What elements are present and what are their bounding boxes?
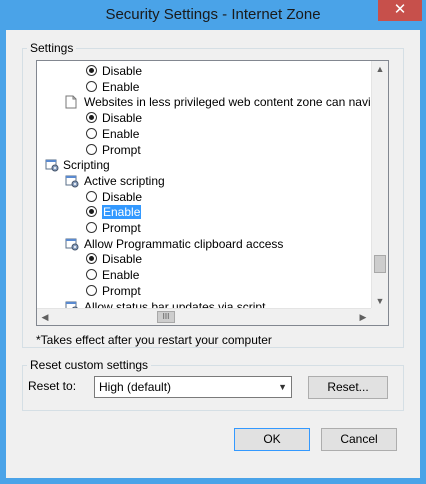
settings-tree-content: Disable Enable Websites in less privileged… — [37, 61, 371, 309]
radio-option[interactable]: Disable — [37, 110, 371, 126]
radio-option-label: Enable — [102, 79, 140, 94]
scroll-left-button[interactable]: ◀ — [37, 309, 53, 325]
radio-checked-icon[interactable] — [86, 206, 97, 218]
item-label: Websites in less privileged web content … — [84, 95, 371, 110]
radio-checked-icon[interactable] — [86, 253, 97, 265]
settings-item[interactable]: Active scripting — [37, 173, 371, 189]
settings-category[interactable]: Scripting — [37, 157, 371, 173]
radio-option[interactable]: Enable — [37, 79, 371, 95]
vertical-scroll-thumb[interactable] — [374, 255, 386, 273]
category-label: Scripting — [63, 158, 110, 173]
horizontal-scrollbar[interactable]: ◀ III ▶ — [37, 308, 371, 325]
settings-item[interactable]: Allow Programmatic clipboard access — [37, 236, 371, 252]
radio-option-label: Enable — [102, 126, 140, 141]
reset-level-select[interactable]: High (default) ▼ — [94, 376, 292, 398]
radio-option[interactable]: Prompt — [37, 283, 371, 299]
radio-option-label: Disable — [102, 252, 143, 267]
radio-option[interactable]: Disable — [37, 189, 371, 205]
radio-unchecked-icon[interactable] — [86, 190, 97, 202]
window-title: Security Settings - Internet Zone — [105, 6, 321, 23]
radio-option-label: Disable — [102, 64, 143, 78]
radio-option[interactable]: Disable — [37, 63, 371, 79]
radio-unchecked-icon[interactable] — [86, 284, 97, 296]
radio-option[interactable]: Prompt — [37, 220, 371, 236]
radio-option-label: Enable — [102, 268, 140, 283]
chevron-down-icon: ▼ — [278, 382, 287, 392]
radio-option[interactable]: Prompt — [37, 142, 371, 158]
radio-option[interactable]: Disable — [37, 251, 371, 267]
security-settings-dialog: Security Settings - Internet Zone ✕ Sett… — [0, 0, 426, 484]
grip-icon: III — [162, 312, 170, 321]
reset-to-label: Reset to: — [28, 379, 77, 393]
item-label: Active scripting — [84, 173, 165, 188]
settings-group-label: Settings — [27, 41, 77, 55]
close-icon: ✕ — [393, 1, 407, 18]
vertical-scrollbar[interactable]: ▲ ▼ — [371, 61, 388, 309]
reset-group-label: Reset custom settings — [27, 358, 152, 372]
ok-button[interactable]: OK — [234, 428, 310, 451]
radio-unchecked-icon[interactable] — [86, 143, 97, 155]
close-button[interactable]: ✕ — [378, 0, 422, 21]
arrow-up-icon: ▲ — [375, 64, 385, 74]
arrow-left-icon: ◀ — [41, 312, 49, 322]
radio-option[interactable]: Enable — [37, 204, 371, 220]
radio-option[interactable]: Enable — [37, 267, 371, 283]
scroll-down-button[interactable]: ▼ — [372, 293, 388, 309]
radio-unchecked-icon[interactable] — [86, 269, 97, 281]
arrow-down-icon: ▼ — [375, 296, 385, 306]
radio-option-label: Enable — [102, 204, 142, 220]
scroll-up-button[interactable]: ▲ — [372, 61, 388, 77]
reset-button[interactable]: Reset... — [308, 376, 388, 399]
radio-option-label: Prompt — [102, 221, 141, 235]
radio-unchecked-icon[interactable] — [86, 80, 97, 92]
radio-option-label: Prompt — [102, 283, 141, 298]
settings-item[interactable]: Websites in less privileged web content … — [37, 94, 371, 110]
scroll-right-button[interactable]: ▶ — [355, 309, 371, 325]
scrollbar-corner — [371, 308, 388, 325]
title-bar[interactable]: Security Settings - Internet Zone ✕ — [0, 0, 426, 30]
radio-checked-icon[interactable] — [86, 65, 97, 76]
reset-level-value: High (default) — [99, 380, 172, 394]
radio-option-label: Prompt — [102, 142, 141, 157]
selected-highlight: Enable — [102, 205, 142, 220]
radio-option[interactable]: Enable — [37, 126, 371, 142]
horizontal-scroll-thumb[interactable]: III — [157, 311, 175, 323]
cancel-button[interactable]: Cancel — [321, 428, 397, 451]
arrow-right-icon: ▶ — [359, 312, 367, 322]
radio-option-label: Disable — [102, 111, 143, 126]
settings-tree[interactable]: Disable Enable Websites in less privileged… — [36, 60, 389, 326]
radio-unchecked-icon[interactable] — [86, 222, 97, 233]
radio-checked-icon[interactable] — [86, 112, 97, 124]
radio-option-label: Disable — [102, 189, 143, 204]
radio-unchecked-icon[interactable] — [86, 127, 97, 139]
item-label: Allow Programmatic clipboard access — [84, 236, 284, 251]
restart-note: *Takes effect after you restart your com… — [36, 333, 272, 347]
